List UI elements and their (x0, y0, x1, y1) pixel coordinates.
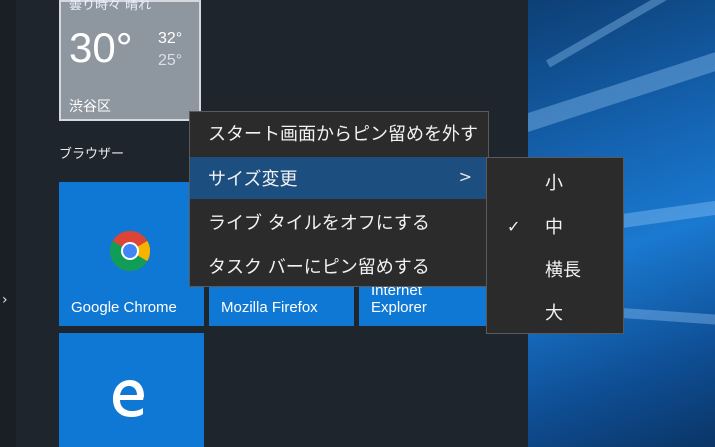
menu-item-unpin-from-start[interactable]: スタート画面からピン留めを外す (190, 112, 488, 154)
menu-item-resize[interactable]: サイズ変更 > (190, 157, 488, 199)
size-option-small[interactable]: 小 (487, 160, 623, 204)
size-option-large[interactable]: 大 (487, 290, 623, 334)
tile-context-menu: スタート画面からピン留めを外す サイズ変更 > ライブ タイルをオフにする タス… (189, 111, 489, 287)
chevron-right-icon: > (458, 167, 472, 186)
size-option-label: 横長 (545, 260, 581, 281)
group-title-browsers[interactable]: ブラウザー (59, 143, 124, 162)
menu-item-turn-live-tile-off[interactable]: ライブ タイルをオフにする (190, 201, 488, 243)
tile-label-line2: Explorer (371, 298, 427, 316)
tile-label: Mozilla Firefox (221, 298, 318, 316)
size-option-wide[interactable]: 横長 (487, 247, 623, 291)
size-option-label: 大 (545, 303, 563, 324)
tile-label: Google Chrome (71, 298, 177, 316)
weather-tile[interactable]: 曇り時々 晴れ 30° 32° 25° 渋谷区 (59, 0, 201, 121)
size-option-label: 小 (545, 173, 563, 194)
chrome-logo-icon (110, 231, 150, 271)
menu-item-label: ライブ タイルをオフにする (208, 213, 430, 234)
weather-condition: 曇り時々 晴れ (69, 0, 152, 13)
size-option-label: 中 (545, 217, 563, 238)
edge-logo-icon (113, 380, 144, 417)
weather-high: 32° (158, 30, 183, 47)
menu-item-pin-to-taskbar[interactable]: タスク バーにピン留めする (190, 245, 488, 287)
checkmark-icon: ✓ (507, 216, 521, 236)
menu-item-label: サイズ変更 (208, 169, 298, 190)
chevron-right-icon[interactable]: › (2, 292, 8, 308)
weather-temperature: 30° (69, 24, 133, 71)
size-option-medium[interactable]: ✓ 中 (487, 204, 623, 248)
start-rail: › (0, 0, 16, 447)
menu-item-label: タスク バーにピン留めする (208, 257, 430, 278)
resize-submenu: 小 ✓ 中 横長 大 (486, 157, 624, 334)
weather-low: 25° (158, 52, 183, 69)
menu-item-label: スタート画面からピン留めを外す (208, 124, 478, 145)
weather-location: 渋谷区 (69, 99, 111, 115)
